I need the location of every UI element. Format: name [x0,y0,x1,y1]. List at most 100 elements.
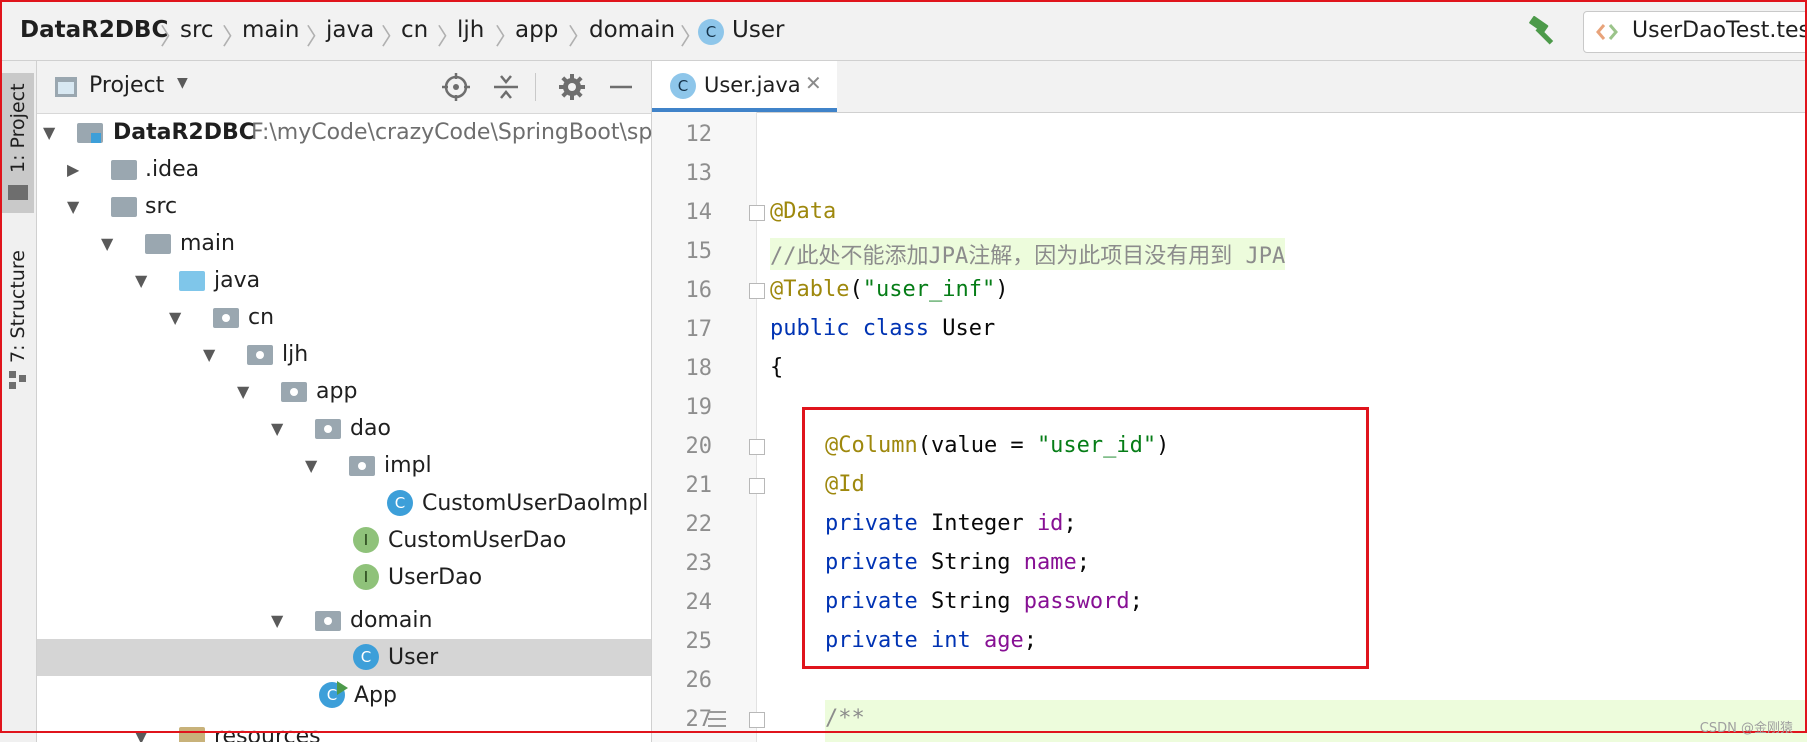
tree-item-dao[interactable]: ▼ dao [37,410,651,447]
chevron-down-icon[interactable]: ▼ [177,75,188,91]
chevron-right-icon[interactable]: ▶ [67,151,79,188]
fold-marker[interactable] [749,712,765,728]
run-configuration-selector[interactable]: UserDaoTest.test [1583,11,1807,53]
tree-item-label: cn [248,305,275,330]
project-tool-tab-label: 1: Project [7,83,29,173]
fold-marker[interactable] [749,439,765,455]
fold-marker[interactable] [749,478,765,494]
breadcrumb-java[interactable]: java [326,17,374,43]
tree-item-label: UserDao [388,565,483,590]
tree-item-app-class[interactable]: C App [37,677,651,714]
code-line-14: @Data [770,199,837,224]
chevron-down-icon[interactable]: ▼ [135,262,147,299]
breadcrumb-project[interactable]: DataR2DBC [20,17,168,43]
javadoc-toggle-icon[interactable] [706,709,728,729]
chevron-down-icon[interactable]: ▼ [101,225,113,262]
folder-icon [111,160,137,180]
code-line-16: @Table("user_inf") [770,277,1008,302]
locate-icon[interactable] [442,73,470,101]
package-icon [213,308,239,328]
tree-item-customuserdao[interactable]: I CustomUserDao [37,522,651,559]
chevron-down-icon[interactable]: ▼ [271,602,283,639]
breadcrumb-separator: 〉 [568,24,591,50]
fold-marker[interactable] [749,205,765,221]
tool-window-strip: 1: Project 7: Structure [0,61,37,742]
line-number: 23 [685,551,713,576]
run-config-icon [1596,24,1618,40]
chevron-down-icon[interactable]: ▼ [43,114,55,151]
structure-tool-tab[interactable]: 7: Structure [2,231,34,389]
line-number: 14 [685,200,713,225]
fold-marker[interactable] [749,283,765,299]
line-number: 24 [685,590,713,615]
tree-item-src[interactable]: ▼ src [37,188,651,225]
chevron-down-icon[interactable]: ▼ [237,373,249,410]
line-number: 25 [685,629,713,654]
folder-icon [111,197,137,217]
tree-item-main[interactable]: ▼ main [37,225,651,262]
folder-icon [145,234,171,254]
gear-icon[interactable] [558,73,586,101]
tree-item-label: src [145,194,178,219]
package-icon [315,419,341,439]
breadcrumb-domain[interactable]: domain [589,17,675,43]
tree-item-cn[interactable]: ▼ cn [37,299,651,336]
breadcrumb-main[interactable]: main [242,17,299,43]
doc-comment-highlight [825,700,1807,742]
tree-item-project-root[interactable]: ▼ DataR2DBC F:\myCode\crazyCode\SpringBo… [37,114,661,151]
chevron-down-icon[interactable]: ▼ [305,447,317,484]
minimize-icon[interactable] [607,73,635,101]
tab-user-java[interactable]: C User.java ✕ [652,61,837,112]
watermark: CSDN @金刚猿 [1699,721,1793,736]
folder-icon [8,185,28,200]
tree-item-label: java [214,268,261,293]
line-number: 13 [685,161,713,186]
breadcrumb-ljh[interactable]: ljh [457,17,484,43]
code-line-17: public class User [770,316,995,341]
project-tool-tab[interactable]: 1: Project [2,73,34,213]
chevron-down-icon[interactable]: ▼ [271,410,283,447]
tree-item-label: domain [350,608,433,633]
tree-item-label: .idea [145,157,200,182]
tree-item-idea[interactable]: ▶ .idea [37,151,651,188]
tree-item-label: resources [214,724,321,742]
code-line-18: { [770,355,784,380]
tree-item-app[interactable]: ▼ app [37,373,651,410]
tree-item-userdao[interactable]: I UserDao [37,559,651,596]
tree-item-resources[interactable]: ▼ resources [37,714,651,742]
project-panel-header: Project ▼ [37,61,651,114]
line-number: 27 [685,707,713,732]
chevron-down-icon[interactable]: ▼ [135,718,147,742]
close-icon[interactable]: ✕ [805,71,822,95]
breadcrumb-cn[interactable]: cn [401,17,428,43]
class-icon: C [353,644,379,670]
tree-item-ljh[interactable]: ▼ ljh [37,336,651,373]
keyword-token: public [770,316,850,341]
tree-item-customuserdaoimpl[interactable]: C CustomUserDaoImpl [37,485,651,522]
line-number: 20 [685,434,713,459]
collapse-all-icon[interactable] [492,73,520,101]
tree-item-label: main [180,231,235,256]
tree-item-user[interactable]: C User [37,639,651,676]
line-number: 26 [685,668,713,693]
highlight-box [802,407,1369,669]
breadcrumb-src[interactable]: src [180,17,214,43]
breadcrumb-user[interactable]: User [732,17,784,43]
project-view-icon [55,77,77,97]
chevron-down-icon[interactable]: ▼ [169,299,181,336]
tree-item-domain[interactable]: ▼ domain [37,602,651,639]
breadcrumb-app[interactable]: app [515,17,558,43]
chevron-down-icon[interactable]: ▼ [67,188,79,225]
package-icon [281,382,307,402]
editor-tab-bar: C User.java ✕ [652,61,1807,113]
class-icon: C [387,490,413,516]
interface-icon: I [353,527,379,553]
project-view-title[interactable]: Project [89,73,164,98]
tree-item-label: ljh [282,342,309,367]
chevron-down-icon[interactable]: ▼ [203,336,215,373]
tree-item-impl[interactable]: ▼ impl [37,447,651,484]
build-hammer-icon[interactable] [1528,16,1562,46]
tree-item-label: DataR2DBC [113,120,255,145]
tree-item-label: User [388,645,439,670]
tree-item-java[interactable]: ▼ java [37,262,651,299]
